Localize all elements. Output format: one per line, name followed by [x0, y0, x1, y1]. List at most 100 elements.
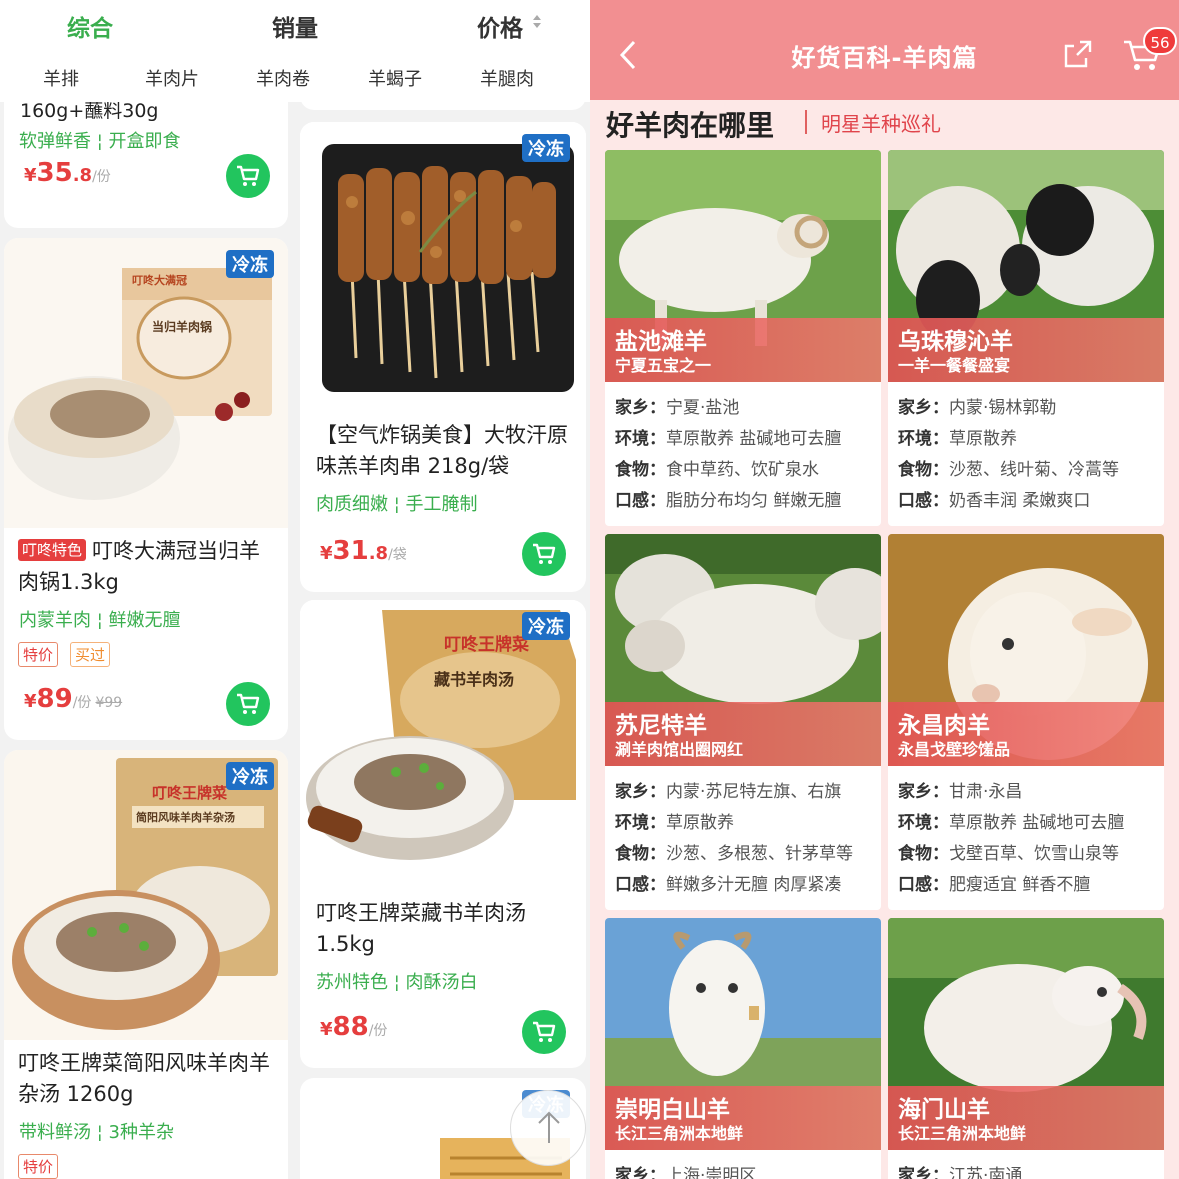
breed-hometown: 家乡：内蒙·苏尼特左旗、右旗: [615, 782, 842, 802]
product-title: 叮咚王牌菜简阳风味羊肉羊杂汤 1260g: [18, 1051, 270, 1106]
nav-bar: 好货百科-羊肉篇 56: [590, 0, 1179, 100]
breed-card[interactable]: 永昌肉羊 永昌戈壁珍馐品 家乡：甘肃·永昌 环境：草原散养 盐碱地可去膻 食物：…: [888, 534, 1164, 910]
product-column-right: 冷冻 【空气炸锅美食】大牧汗原味羔羊肉串 218g/袋 肉质细嫩 ¦ 手工腌制 …: [300, 102, 590, 1179]
sort-sales-tab[interactable]: 销量: [272, 9, 318, 43]
product-column-left: 160g+蘸料30g 软弹鲜香 ¦ 开盒即食 ¥35.8/份 叮咚大满冠 当归羊…: [0, 102, 292, 1179]
breed-slogan: 一羊一餐餐盛宴: [898, 356, 1011, 375]
breed-taste: 口感：脂肪分布均匀 鲜嫩无膻: [615, 491, 842, 511]
sort-bar: 综合 销量 价格: [0, 0, 590, 50]
breed-taste: 口感：肥瘦适宜 鲜香不膻: [898, 875, 1091, 895]
breed-card[interactable]: 崇明白山羊 长江三角洲本地鲜 家乡：上海·崇明区: [605, 918, 881, 1179]
product-desc: 苏州特色 ¦ 肉酥汤白: [316, 972, 478, 993]
add-to-cart-button[interactable]: [226, 682, 270, 726]
section-title: 好羊肉在哪里: [606, 109, 775, 142]
package-name-text: 当归羊肉锅: [152, 320, 213, 334]
package-name-text: 藏书羊肉汤: [434, 670, 515, 689]
breed-slogan: 宁夏五宝之一: [615, 356, 712, 375]
breed-hometown: 家乡：内蒙·锡林郭勒: [898, 398, 1057, 418]
breed-name: 苏尼特羊: [615, 713, 707, 739]
package-brand-text: 叮咚王牌菜: [444, 635, 529, 655]
breed-hometown: 家乡：江苏·南通: [898, 1166, 1023, 1179]
subcategory-lamb-leg[interactable]: 羊腿肉: [480, 65, 534, 91]
breed-slogan: 永昌戈壁珍馐品: [898, 740, 1011, 759]
lamb-encyclopedia-panel: 好货百科-羊肉篇 56 好羊肉在哪里 明星羊种巡礼 盐池滩羊 宁夏五宝之一 家乡…: [590, 0, 1179, 1179]
product-card[interactable]: 160g+蘸料30g 软弹鲜香 ¦ 开盒即食 ¥35.8/份: [4, 102, 288, 228]
screen: 综合 销量 价格 羊排 羊肉片 羊肉卷 羊蝎子 羊腿肉 160g+蘸料30g 软…: [0, 0, 1179, 1179]
breed-card[interactable]: 苏尼特羊 涮羊肉馆出圈网红 家乡：内蒙·苏尼特左旗、右旗 环境：草原散养 食物：…: [605, 534, 881, 910]
package-name-text: 简阳风味羊肉羊杂汤: [136, 811, 235, 824]
breed-section: 好羊肉在哪里 明星羊种巡礼 盐池滩羊 宁夏五宝之一 家乡：宁夏·盐池 环境：草原…: [590, 100, 1179, 1179]
product-card[interactable]: 叮咚王牌菜 藏书羊肉汤 冷冻 叮咚王牌菜藏书羊肉汤 1.5kg 苏州特色 ¦ 肉…: [300, 600, 586, 1068]
frozen-badge: 冷冻: [522, 612, 570, 640]
breed-food: 食物：沙葱、线叶菊、冷蒿等: [898, 460, 1119, 480]
product-desc: 肉质细嫩 ¦ 手工腌制: [316, 494, 478, 515]
sort-comprehensive-tab[interactable]: 综合: [67, 9, 113, 43]
add-to-cart-button[interactable]: [226, 154, 270, 198]
breed-card[interactable]: 盐池滩羊 宁夏五宝之一 家乡：宁夏·盐池 环境：草原散养 盐碱地可去膻 食物：食…: [605, 150, 881, 526]
breed-taste: 口感：奶香丰润 柔嫩爽口: [898, 491, 1091, 511]
subcategory-lamb-slices[interactable]: 羊肉片: [145, 65, 199, 91]
subcategory-lamb-rolls[interactable]: 羊肉卷: [256, 65, 310, 91]
breed-hometown: 家乡：甘肃·永昌: [898, 782, 1023, 802]
breed-slogan: 长江三角洲本地鲜: [615, 1124, 744, 1143]
breed-food: 食物：戈壁百草、饮雪山泉等: [898, 844, 1119, 864]
product-price: ¥31.8/袋: [320, 536, 407, 566]
product-image-lamb-offal-soup[interactable]: 叮咚王牌菜 简阳风味羊肉羊杂汤: [4, 750, 288, 1040]
subcategory-lamb-spine[interactable]: 羊蝎子: [368, 65, 422, 91]
brand-tag: 叮咚特色: [18, 539, 87, 561]
section-subtitle: 明星羊种巡礼: [821, 112, 941, 136]
product-card[interactable]: 叮咚王牌菜 简阳风味羊肉羊杂汤 冷冻 叮咚王牌菜简阳风味羊肉羊杂汤 1260g …: [4, 750, 288, 1179]
breed-card[interactable]: 海门山羊 长江三角洲本地鲜 家乡：江苏·南通: [888, 918, 1164, 1179]
product-desc: 软弹鲜香 ¦ 开盒即食: [19, 131, 181, 152]
cart-icon: [533, 1021, 556, 1042]
product-desc: 内蒙羊肉 ¦ 鲜嫩无膻: [19, 610, 181, 631]
breed-environment: 环境：草原散养 盐碱地可去膻: [615, 429, 842, 449]
frozen-badge: 冷冻: [522, 134, 570, 162]
breed-slogan: 长江三角洲本地鲜: [898, 1124, 1027, 1143]
add-to-cart-button[interactable]: [522, 532, 566, 576]
product-list-panel: 综合 销量 价格 羊排 羊肉片 羊肉卷 羊蝎子 羊腿肉 160g+蘸料30g 软…: [0, 0, 590, 1179]
cart-icon: [533, 543, 556, 564]
product-price: ¥35.8/份: [24, 158, 111, 188]
package-brand-text: 叮咚王牌菜: [152, 784, 228, 802]
product-image-lamb-soup[interactable]: 叮咚王牌菜 藏书羊肉汤: [300, 600, 586, 890]
breed-environment: 环境：草原散养 盐碱地可去膻: [898, 813, 1125, 833]
sort-arrows-icon[interactable]: [533, 15, 543, 28]
discount-tag: 特价: [18, 1154, 59, 1179]
breed-environment: 环境：草原散养: [615, 813, 734, 833]
sort-price-tab[interactable]: 价格: [477, 9, 523, 43]
product-price: ¥89/份 ¥99: [24, 684, 123, 714]
breed-hometown: 家乡：上海·崇明区: [615, 1166, 757, 1179]
product-title: 【空气炸锅美食】大牧汗原味羔羊肉串 218g/袋: [316, 423, 568, 478]
product-image-lamb-skewers[interactable]: [300, 122, 586, 412]
product-title: 叮咚王牌菜藏书羊肉汤 1.5kg: [316, 901, 526, 956]
breed-card[interactable]: 乌珠穆沁羊 一羊一餐餐盛宴 家乡：内蒙·锡林郭勒 环境：草原散养 食物：沙葱、线…: [888, 150, 1164, 526]
product-card[interactable]: 叮咚大满冠 当归羊肉锅 冷冻 叮咚特色 叮咚大满冠当归羊肉锅1.3kg 内蒙羊肉 …: [4, 238, 288, 740]
product-image-lamb-hotpot[interactable]: 叮咚大满冠 当归羊肉锅: [4, 238, 288, 528]
arrow-up-icon: [538, 1111, 560, 1143]
product-title-fragment: 160g+蘸料30g: [20, 102, 159, 122]
breed-name: 永昌肉羊: [898, 713, 990, 739]
subcategory-lamb-chop[interactable]: 羊排: [43, 65, 79, 91]
add-to-cart-button[interactable]: [522, 1010, 566, 1054]
section-divider: [805, 110, 807, 134]
share-icon[interactable]: [1062, 38, 1094, 74]
product-card[interactable]: 冷冻 【空气炸锅美食】大牧汗原味羔羊肉串 218g/袋 肉质细嫩 ¦ 手工腌制 …: [300, 122, 586, 592]
cart-icon: [237, 165, 260, 186]
package-brand-text: 叮咚大满冠: [132, 274, 187, 287]
product-card-bottom-edge: [300, 102, 586, 110]
breed-name: 崇明白山羊: [615, 1097, 730, 1123]
product-desc: 带料鲜汤 ¦ 3种羊杂: [19, 1122, 174, 1143]
scroll-to-top-button[interactable]: [510, 1090, 586, 1166]
frozen-badge: 冷冻: [226, 762, 274, 790]
frozen-badge: 冷冻: [226, 250, 274, 278]
breed-name: 盐池滩羊: [615, 329, 707, 355]
breed-taste: 口感：鲜嫩多汁无膻 肉厚紧凑: [615, 875, 842, 895]
product-title: 叮咚特色 叮咚大满冠当归羊肉锅1.3kg: [18, 539, 261, 594]
product-price: ¥88/份: [320, 1012, 388, 1042]
breed-environment: 环境：草原散养: [898, 429, 1017, 449]
purchased-tag: 买过: [70, 642, 111, 667]
breed-name: 乌珠穆沁羊: [898, 329, 1013, 355]
breed-hometown: 家乡：宁夏·盐池: [615, 398, 740, 418]
subcategory-bar: 羊排 羊肉片 羊肉卷 羊蝎子 羊腿肉: [0, 50, 590, 102]
